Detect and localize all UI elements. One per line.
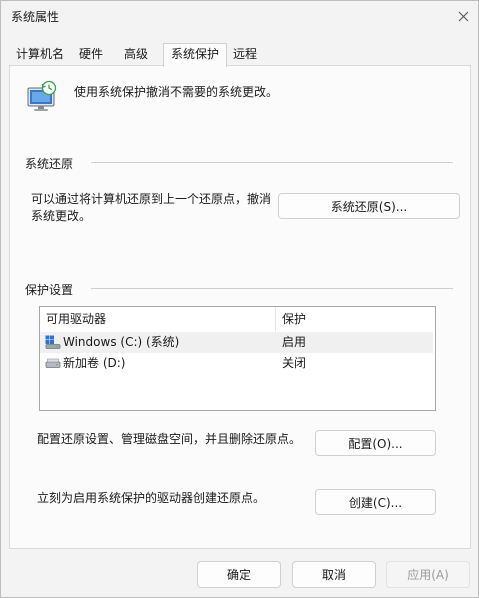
system-restore-description: 可以通过将计算机还原到上一个还原点，撤消 系统更改。 [31, 191, 271, 225]
cancel-button[interactable]: 取消 [292, 561, 376, 588]
system-protection-computer-icon [25, 80, 59, 114]
tab-system-protection[interactable]: 系统保护 [163, 43, 227, 67]
drive-protection-status: 关闭 [282, 356, 307, 370]
tab-advanced[interactable]: 高级 [111, 44, 161, 65]
window-title: 系统属性 [11, 10, 60, 24]
header-description: 使用系统保护撤消不需要的系统更改。 [74, 85, 279, 99]
protection-settings-group-line [91, 288, 453, 289]
close-icon [458, 11, 468, 21]
system-properties-window: 系统属性 计算机名 硬件 高级 系统保护 远程 使用系统保护撤消不需要的系统更改… [0, 0, 479, 598]
apply-button[interactable]: 应用(A) [386, 561, 470, 588]
drive-name: 新加卷 (D:) [63, 356, 126, 370]
drive-row-c[interactable]: Windows (C:) (系统) 启用 [40, 332, 433, 353]
system-restore-group-title: 系统还原 [25, 157, 74, 171]
column-header-protection[interactable]: 保护 [282, 307, 306, 331]
system-drive-icon [45, 335, 61, 349]
drive-row-d[interactable]: 新加卷 (D:) 关闭 [40, 353, 433, 374]
drives-list[interactable]: 可用驱动器 保护 Windows (C:) (系统) 启用 新加卷 (D:) 关… [39, 306, 436, 411]
configure-description: 配置还原设置、管理磁盘空间，并且删除还原点。 [37, 432, 302, 446]
tab-hardware[interactable]: 硬件 [71, 44, 111, 65]
drive-name: Windows (C:) (系统) [63, 335, 180, 349]
protection-settings-group-title: 保护设置 [25, 283, 74, 297]
tab-computer-name[interactable]: 计算机名 [9, 44, 71, 65]
create-button[interactable]: 创建(C)... [315, 489, 436, 515]
system-restore-description-line2: 系统更改。 [31, 209, 92, 223]
tab-remote[interactable]: 远程 [228, 44, 262, 65]
system-restore-group-line [91, 162, 453, 163]
column-header-drives[interactable]: 可用驱动器 [46, 307, 106, 331]
title-bar: 系统属性 [1, 1, 478, 31]
system-restore-button[interactable]: 系统还原(S)... [278, 193, 460, 219]
create-description: 立刻为启用系统保护的驱动器创建还原点。 [37, 491, 266, 505]
ok-button[interactable]: 确定 [197, 561, 281, 588]
drives-list-header: 可用驱动器 保护 [40, 307, 435, 331]
close-button[interactable] [448, 1, 478, 31]
system-protection-panel: 使用系统保护撤消不需要的系统更改。 系统还原 可以通过将计算机还原到上一个还原点… [9, 65, 471, 549]
system-restore-description-line1: 可以通过将计算机还原到上一个还原点，撤消 [31, 192, 272, 206]
column-separator[interactable] [275, 307, 276, 331]
local-drive-icon [45, 357, 61, 369]
configure-button[interactable]: 配置(O)... [315, 430, 436, 456]
drive-protection-status: 启用 [282, 335, 307, 349]
